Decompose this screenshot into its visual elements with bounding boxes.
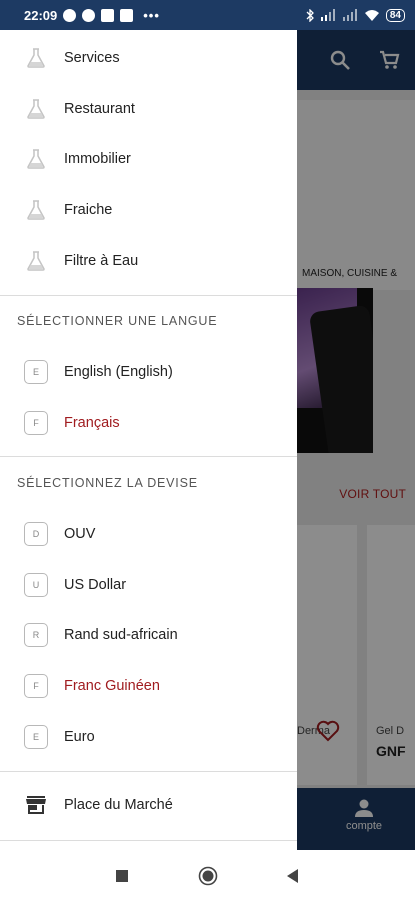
- check-icon: [82, 8, 96, 22]
- currency-item-rand[interactable]: R Rand sud-africain: [0, 610, 297, 660]
- currency-label: OUV: [64, 526, 96, 542]
- letter-u-icon: U: [24, 573, 48, 597]
- category-item-filtre-a-eau[interactable]: Filtre à Eau: [0, 236, 297, 286]
- currency-label: US Dollar: [64, 577, 127, 593]
- flask-icon: [24, 198, 48, 222]
- more-notifications-icon: •••: [143, 7, 160, 23]
- flask-icon: [24, 249, 48, 273]
- letter-box: D: [24, 522, 48, 546]
- category-label: Restaurant: [64, 101, 135, 117]
- category-label: Filtre à Eau: [64, 253, 139, 269]
- status-bar: 22:09 ••• 84: [0, 0, 415, 30]
- system-nav-bar: [0, 850, 415, 900]
- back-button[interactable]: [281, 865, 303, 887]
- language-label: English (English): [64, 364, 173, 380]
- language-label: Français: [64, 415, 120, 431]
- flask-icon: [24, 46, 48, 70]
- letter-box: F: [24, 674, 48, 698]
- language-section-title: SÉLECTIONNER UNE LANGUE: [17, 314, 218, 328]
- app-notification-icon: [120, 8, 134, 22]
- currency-label: Franc Guinéen: [64, 678, 160, 694]
- letter-r-icon: R: [24, 623, 48, 647]
- currency-label: Euro: [64, 729, 95, 745]
- currency-item-euro[interactable]: E Euro: [0, 712, 297, 762]
- language-item-francais[interactable]: F Français: [0, 398, 297, 448]
- letter-f-icon: F: [24, 411, 48, 435]
- battery-icon: 84: [385, 8, 405, 22]
- notification-icon: [63, 8, 77, 22]
- category-label: Services: [64, 50, 120, 66]
- letter-box: R: [24, 623, 48, 647]
- home-button[interactable]: [197, 865, 219, 887]
- store-icon: [24, 793, 48, 817]
- currency-item-ouv[interactable]: D OUV: [0, 509, 297, 559]
- category-item-immobilier[interactable]: Immobilier: [0, 134, 297, 184]
- currency-item-us-dollar[interactable]: U US Dollar: [0, 560, 297, 610]
- letter-box: E: [24, 725, 48, 749]
- letter-e-icon: E: [24, 360, 48, 384]
- currency-item-franc-guineen[interactable]: F Franc Guinéen: [0, 661, 297, 711]
- flask-icon: [24, 147, 48, 171]
- status-time: 22:09: [24, 7, 58, 23]
- currency-label: Rand sud-africain: [64, 627, 178, 643]
- divider: [0, 456, 297, 457]
- recents-button[interactable]: [111, 865, 133, 887]
- letter-box: U: [24, 573, 48, 597]
- navigation-drawer: Services Restaurant Immobilier Fraiche F…: [0, 30, 297, 850]
- divider: [0, 840, 297, 841]
- signal-icon: [320, 9, 335, 21]
- signal-icon: [342, 9, 357, 21]
- divider: [0, 295, 297, 296]
- divider: [0, 771, 297, 772]
- letter-d-icon: D: [24, 522, 48, 546]
- bluetooth-icon: [306, 8, 314, 22]
- category-item-restaurant[interactable]: Restaurant: [0, 84, 297, 134]
- category-item-fraiche[interactable]: Fraiche: [0, 185, 297, 235]
- marketplace-item[interactable]: Place du Marché: [0, 780, 297, 830]
- app-notification-icon: [101, 8, 115, 22]
- language-item-english[interactable]: E English (English): [0, 347, 297, 397]
- letter-box: E: [24, 360, 48, 384]
- letter-f-icon: F: [24, 674, 48, 698]
- flask-icon: [24, 97, 48, 121]
- wifi-icon: [364, 10, 379, 21]
- currency-section-title: SÉLECTIONNEZ LA DEVISE: [17, 476, 198, 490]
- category-item-services[interactable]: Services: [0, 33, 297, 83]
- letter-e-icon: E: [24, 725, 48, 749]
- marketplace-label: Place du Marché: [64, 797, 173, 813]
- category-label: Immobilier: [64, 151, 131, 167]
- letter-box: F: [24, 411, 48, 435]
- category-label: Fraiche: [64, 202, 113, 218]
